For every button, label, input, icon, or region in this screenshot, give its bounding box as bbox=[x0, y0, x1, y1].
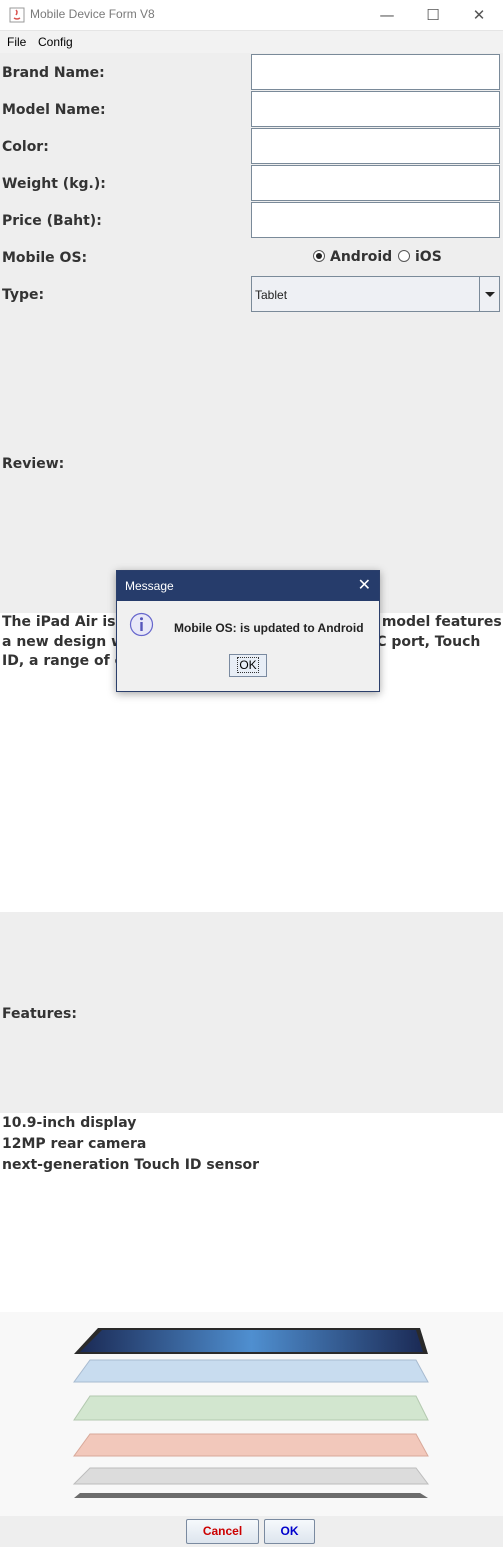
menu-config[interactable]: Config bbox=[38, 35, 73, 49]
window-title: Mobile Device Form V8 bbox=[30, 7, 155, 21]
type-combobox[interactable]: Tablet bbox=[251, 276, 500, 312]
features-textarea[interactable]: 10.9-inch display 12MP rear camera next-… bbox=[0, 1113, 503, 1312]
java-icon bbox=[9, 7, 25, 23]
brand-name-label: Brand Name: bbox=[2, 65, 105, 81]
dialog-ok-button[interactable]: OK bbox=[229, 654, 267, 677]
ok-button[interactable]: OK bbox=[264, 1519, 315, 1544]
ipad-air-colors-image bbox=[0, 1312, 503, 1516]
maximize-button[interactable]: ☐ bbox=[410, 0, 456, 31]
dialog-titlebar: Message ✕ bbox=[117, 571, 379, 601]
model-name-label: Model Name: bbox=[2, 102, 106, 118]
dialog-title: Message bbox=[125, 579, 174, 593]
ios-radio-label[interactable]: iOS bbox=[415, 249, 442, 265]
android-radio-label[interactable]: Android bbox=[330, 249, 392, 265]
dialog-close-icon[interactable]: ✕ bbox=[358, 575, 371, 594]
minimize-button[interactable]: — bbox=[364, 0, 410, 31]
price-field[interactable] bbox=[251, 202, 500, 238]
weight-field[interactable] bbox=[251, 165, 500, 201]
menu-file[interactable]: File bbox=[7, 35, 26, 49]
features-label: Features: bbox=[2, 1006, 77, 1022]
chevron-down-icon[interactable] bbox=[479, 277, 499, 311]
menu-bar: File Config bbox=[0, 31, 503, 53]
mobile-os-label: Mobile OS: bbox=[2, 250, 88, 266]
close-button[interactable]: ✕ bbox=[456, 0, 502, 31]
dialog-message: Mobile OS: is updated to Android bbox=[174, 621, 364, 635]
model-name-field[interactable] bbox=[251, 91, 500, 127]
ios-radio[interactable] bbox=[398, 250, 410, 262]
color-label: Color: bbox=[2, 139, 49, 155]
brand-name-field[interactable] bbox=[251, 54, 500, 90]
window-titlebar: Mobile Device Form V8 — ☐ ✕ bbox=[0, 0, 503, 31]
price-label: Price (Baht): bbox=[2, 213, 102, 229]
weight-label: Weight (kg.): bbox=[2, 176, 106, 192]
type-label: Type: bbox=[2, 287, 45, 303]
color-field[interactable] bbox=[251, 128, 500, 164]
message-dialog: Message ✕ Mobile OS: is updated to Andro… bbox=[116, 570, 380, 692]
android-radio[interactable] bbox=[313, 250, 325, 262]
type-selected-value: Tablet bbox=[255, 288, 288, 302]
dialog-ok-label: OK bbox=[237, 657, 259, 673]
cancel-button[interactable]: Cancel bbox=[186, 1519, 259, 1544]
info-icon bbox=[129, 612, 154, 637]
review-label: Review: bbox=[2, 456, 65, 472]
